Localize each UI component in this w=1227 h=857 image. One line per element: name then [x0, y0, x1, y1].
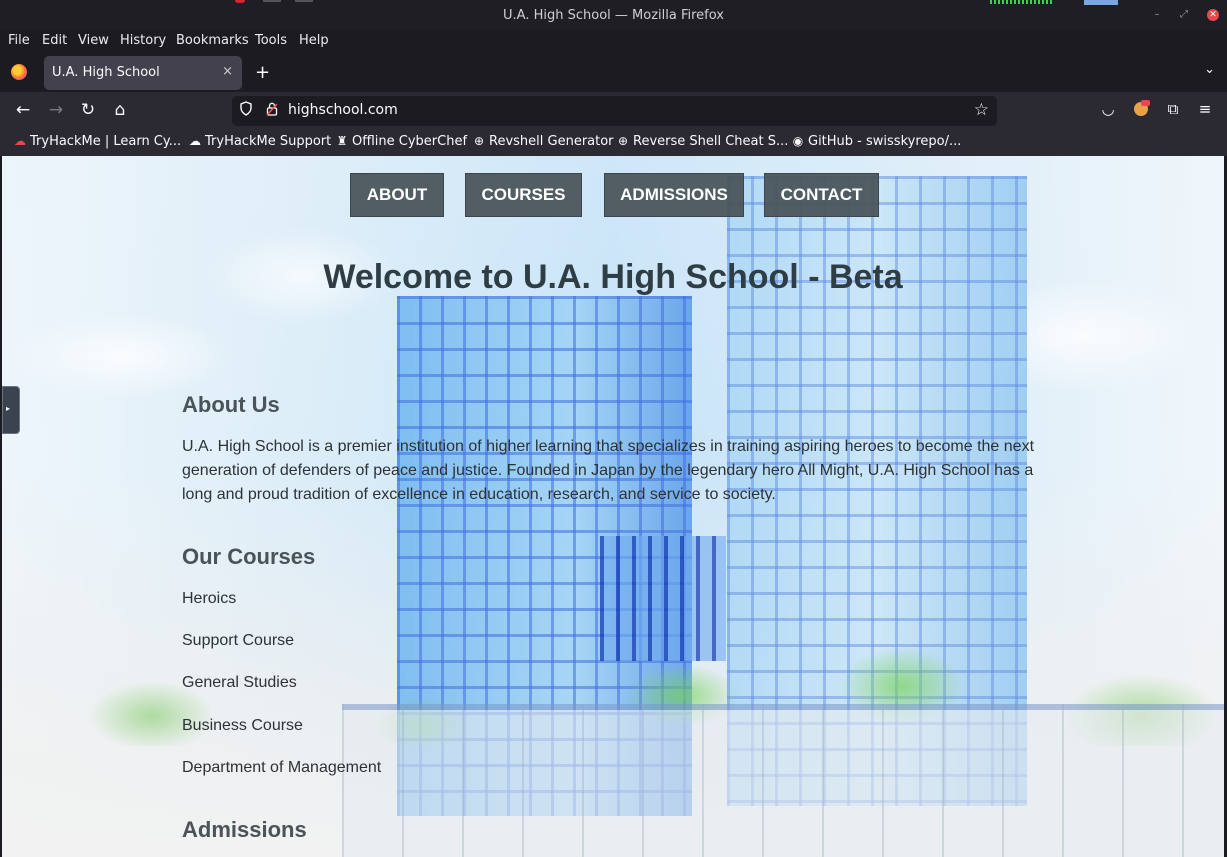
system-monitor-graph [990, 0, 1052, 4]
chef-icon: ♜ [336, 134, 348, 148]
nav-admissions-button[interactable]: ADMISSIONS [604, 173, 744, 217]
tab-ua-high-school[interactable]: U.A. High School × [44, 56, 242, 90]
bookmarks-toolbar: ☁ TryHackMe | Learn Cy... ☁ TryHackMe Supp… [0, 130, 1227, 156]
web-page: ▸ ABOUT COURSES ADMISSIONS CONTACT Welco… [2, 156, 1224, 857]
minimize-icon[interactable]: – [1151, 9, 1163, 21]
course-item: Business Course [182, 717, 303, 734]
bookmark-label: Reverse Shell Cheat S... [633, 134, 789, 149]
bookmark-label: Offline CyberChef [352, 134, 468, 149]
home-button[interactable]: ⌂ [109, 100, 131, 120]
menu-history[interactable]: History [120, 33, 166, 48]
about-heading: About Us [182, 392, 280, 417]
bookmark-label: Revshell Generator [489, 134, 614, 149]
tab-strip: U.A. High School × + ⌄ [0, 52, 1227, 92]
nav-courses-button[interactable]: COURSES [465, 173, 582, 217]
nav-about-button[interactable]: ABOUT [350, 173, 444, 217]
nav-contact-button[interactable]: CONTACT [764, 173, 879, 217]
background-wall [342, 704, 1224, 857]
course-item: Heroics [182, 590, 237, 607]
back-button[interactable]: ← [12, 100, 34, 120]
insecure-lock-icon[interactable] [266, 102, 278, 116]
bookmark-label: GitHub - swisskyrepo/... [808, 134, 962, 149]
sidebar-handle[interactable]: ▸ [2, 386, 20, 434]
window-title-bar: U.A. High School — Mozilla Firefox – ⤢ ✕ [0, 0, 1227, 30]
bookmark-label: TryHackMe | Learn Cy... [30, 134, 182, 149]
about-paragraph: U.A. High School is a premier institutio… [182, 438, 1035, 503]
menu-view[interactable]: View [78, 33, 109, 48]
new-tab-button[interactable]: + [255, 62, 270, 83]
taskbar-indicator [263, 0, 281, 2]
course-item: Support Course [182, 632, 295, 649]
github-icon: ◉ [792, 134, 804, 148]
globe-icon: ⊕ [617, 134, 629, 148]
menu-file[interactable]: File [8, 33, 30, 48]
bookmark-item[interactable]: ⊕ Reverse Shell Cheat S... [616, 134, 788, 149]
url-text[interactable]: highschool.com [288, 102, 398, 118]
courses-heading: Our Courses [182, 544, 316, 569]
page-title: Welcome to U.A. High School - Beta [323, 258, 903, 296]
site-navigation: ABOUT COURSES ADMISSIONS CONTACT [2, 173, 1224, 217]
extensions-puzzle-icon[interactable]: ⧉ [1163, 99, 1183, 119]
tab-list-chevron-icon[interactable]: ⌄ [1204, 62, 1215, 77]
admissions-heading: Admissions [182, 817, 307, 842]
forward-button[interactable]: → [45, 100, 67, 120]
menu-edit[interactable]: Edit [42, 33, 67, 48]
address-bar[interactable]: highschool.com ☆ [232, 96, 997, 126]
taskbar-indicator [235, 0, 245, 3]
firefox-logo-icon[interactable] [11, 64, 27, 80]
bookmark-star-icon[interactable]: ☆ [974, 100, 989, 120]
menu-bar: File Edit View History Bookmarks Tools H… [0, 30, 1227, 52]
course-item: Department of Management [182, 759, 382, 776]
bookmark-item[interactable]: ◉ GitHub - swisskyrepo/... [791, 134, 962, 149]
pocket-icon[interactable]: ◡ [1098, 99, 1118, 119]
globe-icon: ⊕ [473, 134, 485, 148]
support-icon: ☁ [189, 134, 201, 148]
app-menu-icon[interactable]: ≡ [1195, 99, 1215, 119]
menu-tools[interactable]: Tools [255, 33, 287, 48]
reload-button[interactable]: ↻ [77, 100, 99, 120]
tryhackme-cloud-icon: ☁ [14, 134, 26, 148]
close-window-icon[interactable]: ✕ [1207, 9, 1219, 21]
navigation-toolbar: ← → ↻ ⌂ highschool.com ☆ ◡ ⧉ ≡ [0, 92, 1227, 130]
course-item: General Studies [182, 674, 297, 691]
bookmark-item[interactable]: ☁ TryHackMe | Learn Cy... [13, 134, 181, 149]
window-title: U.A. High School — Mozilla Firefox [503, 8, 724, 23]
extension-icon[interactable] [1131, 99, 1151, 119]
tab-label: U.A. High School [52, 65, 160, 80]
maximize-icon[interactable]: ⤢ [1178, 9, 1190, 21]
bookmark-item[interactable]: ♜ Offline CyberChef [335, 134, 467, 149]
bookmark-label: TryHackMe Support [205, 134, 332, 149]
system-monitor-graph [1084, 0, 1118, 5]
shield-icon[interactable] [240, 101, 252, 116]
bookmark-item[interactable]: ⊕ Revshell Generator [472, 134, 614, 149]
taskbar-indicator [295, 0, 313, 2]
close-tab-icon[interactable]: × [222, 64, 233, 79]
menu-bookmarks[interactable]: Bookmarks [176, 33, 249, 48]
menu-help[interactable]: Help [299, 33, 329, 48]
bookmark-item[interactable]: ☁ TryHackMe Support [188, 134, 331, 149]
